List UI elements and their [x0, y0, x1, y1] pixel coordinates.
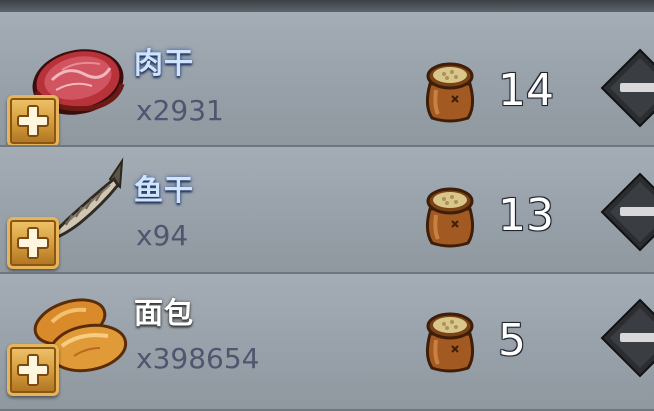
plus-icon	[17, 105, 49, 137]
list-item-dried-meat[interactable]: 肉干 x2931 14	[0, 12, 654, 147]
grain-sack-icon	[425, 62, 475, 123]
price-value: 13	[498, 190, 554, 241]
item-name: 肉干	[134, 46, 195, 80]
minus-icon[interactable]	[600, 48, 654, 128]
price-value: 5	[498, 315, 526, 366]
list-item-dried-fish[interactable]: 鱼干 x94 13	[0, 147, 654, 274]
item-name: 鱼干	[134, 173, 195, 207]
grain-sack-icon	[425, 187, 475, 248]
plus-icon	[17, 227, 49, 259]
price-value: 14	[498, 65, 554, 116]
grain-sack-icon	[425, 312, 475, 373]
item-count: x398654	[136, 342, 260, 375]
list-item-bread[interactable]: 面包 x398654 5	[0, 274, 654, 411]
item-name: 面包	[134, 296, 195, 330]
minus-icon[interactable]	[600, 172, 654, 252]
minus-icon[interactable]	[600, 298, 654, 378]
add-button[interactable]	[7, 217, 59, 269]
plus-icon	[17, 354, 49, 386]
top-strip	[0, 0, 654, 12]
add-button[interactable]	[7, 344, 59, 396]
item-count: x2931	[136, 94, 224, 127]
add-button[interactable]	[7, 95, 59, 145]
item-count: x94	[136, 219, 189, 252]
